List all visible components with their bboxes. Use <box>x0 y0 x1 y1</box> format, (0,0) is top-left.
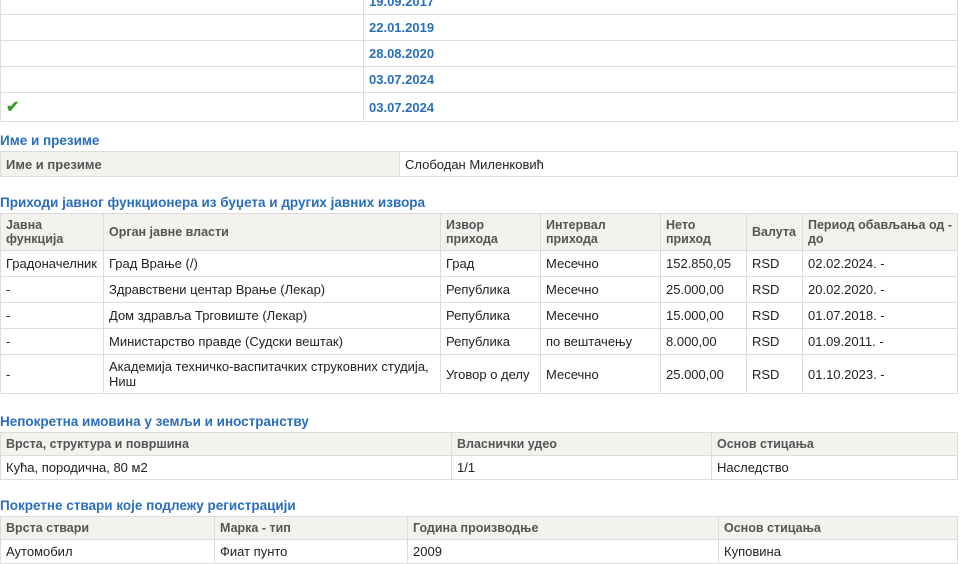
status-cell <box>0 40 364 67</box>
table-cell: RSD <box>746 302 803 329</box>
table-cell: 25.000,00 <box>660 276 747 303</box>
table-cell: Месечно <box>540 302 661 329</box>
column-header: Врста ствари <box>0 516 215 540</box>
column-header: Власнички удео <box>451 432 712 456</box>
dates-table: 19.09.2017 22.01.2019 28.08.2020 03.07.2024… <box>0 0 958 122</box>
table-cell: Месечно <box>540 250 661 277</box>
table-cell: 01.07.2018. - <box>802 302 958 329</box>
date-cell: 28.08.2020 <box>363 40 958 67</box>
column-header: Јавна функција <box>0 213 104 251</box>
date-cell: 22.01.2019 <box>363 14 958 41</box>
income-header-row: Јавна функција Орган јавне власти Извор пр… <box>0 213 958 251</box>
vehicles-header-row: Врста ствари Марка - тип Година производње… <box>0 516 958 540</box>
table-cell: Месечно <box>540 354 661 394</box>
table-row: - Здравствени центар Врање (Лекар) Републи… <box>0 276 958 303</box>
column-header: Основ стицања <box>711 432 958 456</box>
table-cell: - <box>0 354 104 394</box>
income-section: Приходи јавног функционера из буџета и д… <box>0 195 958 394</box>
date-row: 19.09.2017 <box>0 0 958 15</box>
table-cell: Дом здравља Трговиште (Лекар) <box>103 302 441 329</box>
table-cell: 8.000,00 <box>660 328 747 355</box>
table-cell: Здравствени центар Врање (Лекар) <box>103 276 441 303</box>
status-cell <box>0 14 364 41</box>
dates-section: 19.09.2017 22.01.2019 28.08.2020 03.07.2024… <box>0 0 958 122</box>
date-cell: 19.09.2017 <box>363 0 958 15</box>
table-cell: Република <box>440 328 541 355</box>
table-cell: RSD <box>746 276 803 303</box>
column-header: Орган јавне власти <box>103 213 441 251</box>
column-header: Основ стицања <box>718 516 958 540</box>
name-section-title: Име и презиме <box>0 133 100 148</box>
table-row: - Министарство правде (Судски вештак) Репу… <box>0 328 958 355</box>
table-cell: Уговор о делу <box>440 354 541 394</box>
column-header: Период обављања од - до <box>802 213 958 251</box>
date-row: ✔ 03.07.2024 <box>0 92 958 122</box>
table-cell: Република <box>440 302 541 329</box>
property-table: Врста, структура и површина Власнички уде… <box>0 432 958 480</box>
column-header: Валута <box>746 213 803 251</box>
property-header-row: Врста, структура и површина Власнички уде… <box>0 432 958 456</box>
table-cell: RSD <box>746 354 803 394</box>
table-cell: 02.02.2024. - <box>802 250 958 277</box>
date-row: 22.01.2019 <box>0 14 958 41</box>
date-row: 28.08.2020 <box>0 40 958 67</box>
column-header: Извор прихода <box>440 213 541 251</box>
check-icon: ✔ <box>0 92 364 122</box>
table-cell: Град Врање (/) <box>103 250 441 277</box>
table-cell: - <box>0 276 104 303</box>
vehicles-table: Врста ствари Марка - тип Година производње… <box>0 516 958 564</box>
column-header: Врста, структура и површина <box>0 432 452 456</box>
table-cell: 152.850,05 <box>660 250 747 277</box>
table-cell: Академија техничко-васпитачких струковни… <box>103 354 441 394</box>
status-cell <box>0 0 364 15</box>
table-cell: 01.09.2011. - <box>802 328 958 355</box>
income-section-title: Приходи јавног функционера из буџета и д… <box>0 195 426 210</box>
table-row: - Академија техничко-васпитачких струковн… <box>0 354 958 394</box>
column-header: Нето приход <box>660 213 747 251</box>
table-cell: 01.10.2023. - <box>802 354 958 394</box>
name-table: Име и презиме Слободан Миленковић <box>0 151 958 177</box>
table-row: Кућа, породична, 80 м2 1/1 Наследство <box>0 455 958 480</box>
table-row: - Дом здравља Трговиште (Лекар) Република М… <box>0 302 958 329</box>
property-section-title: Непокретна имовина у земљи и иностранств… <box>0 414 309 429</box>
table-cell: - <box>0 328 104 355</box>
date-cell: 03.07.2024 <box>363 66 958 93</box>
name-label: Име и презиме <box>0 151 400 177</box>
table-cell: Наследство <box>711 455 958 480</box>
declaration-page: 19.09.2017 22.01.2019 28.08.2020 03.07.2024… <box>0 0 960 564</box>
column-header: Година производње <box>407 516 719 540</box>
table-cell: Град <box>440 250 541 277</box>
table-cell: Градоначелник <box>0 250 104 277</box>
table-cell: Кућа, породична, 80 м2 <box>0 455 452 480</box>
table-cell: 25.000,00 <box>660 354 747 394</box>
status-cell <box>0 66 364 93</box>
income-table: Јавна функција Орган јавне власти Извор пр… <box>0 213 958 394</box>
name-section: Име и презиме Име и презиме Слободан Мил… <box>0 133 958 177</box>
table-cell: Месечно <box>540 276 661 303</box>
column-header: Интервал прихода <box>540 213 661 251</box>
table-cell: 15.000,00 <box>660 302 747 329</box>
column-header: Марка - тип <box>214 516 408 540</box>
property-section: Непокретна имовина у земљи и иностранств… <box>0 414 958 480</box>
table-cell: RSD <box>746 250 803 277</box>
table-row: Градоначелник Град Врање (/) Град Месечно 15… <box>0 250 958 277</box>
table-cell: Министарство правде (Судски вештак) <box>103 328 441 355</box>
date-row: 03.07.2024 <box>0 66 958 93</box>
vehicles-section-title: Покретне ствари које подлежу регистрациј… <box>0 498 296 513</box>
name-row: Име и презиме Слободан Миленковић <box>0 151 958 177</box>
table-cell: - <box>0 302 104 329</box>
vehicles-section: Покретне ствари које подлежу регистрациј… <box>0 498 958 564</box>
date-cell: 03.07.2024 <box>363 92 958 122</box>
name-value: Слободан Миленковић <box>399 151 958 177</box>
table-cell: 20.02.2020. - <box>802 276 958 303</box>
table-cell: 1/1 <box>451 455 712 480</box>
table-cell: Република <box>440 276 541 303</box>
table-cell: RSD <box>746 328 803 355</box>
table-cell: по вештачењу <box>540 328 661 355</box>
